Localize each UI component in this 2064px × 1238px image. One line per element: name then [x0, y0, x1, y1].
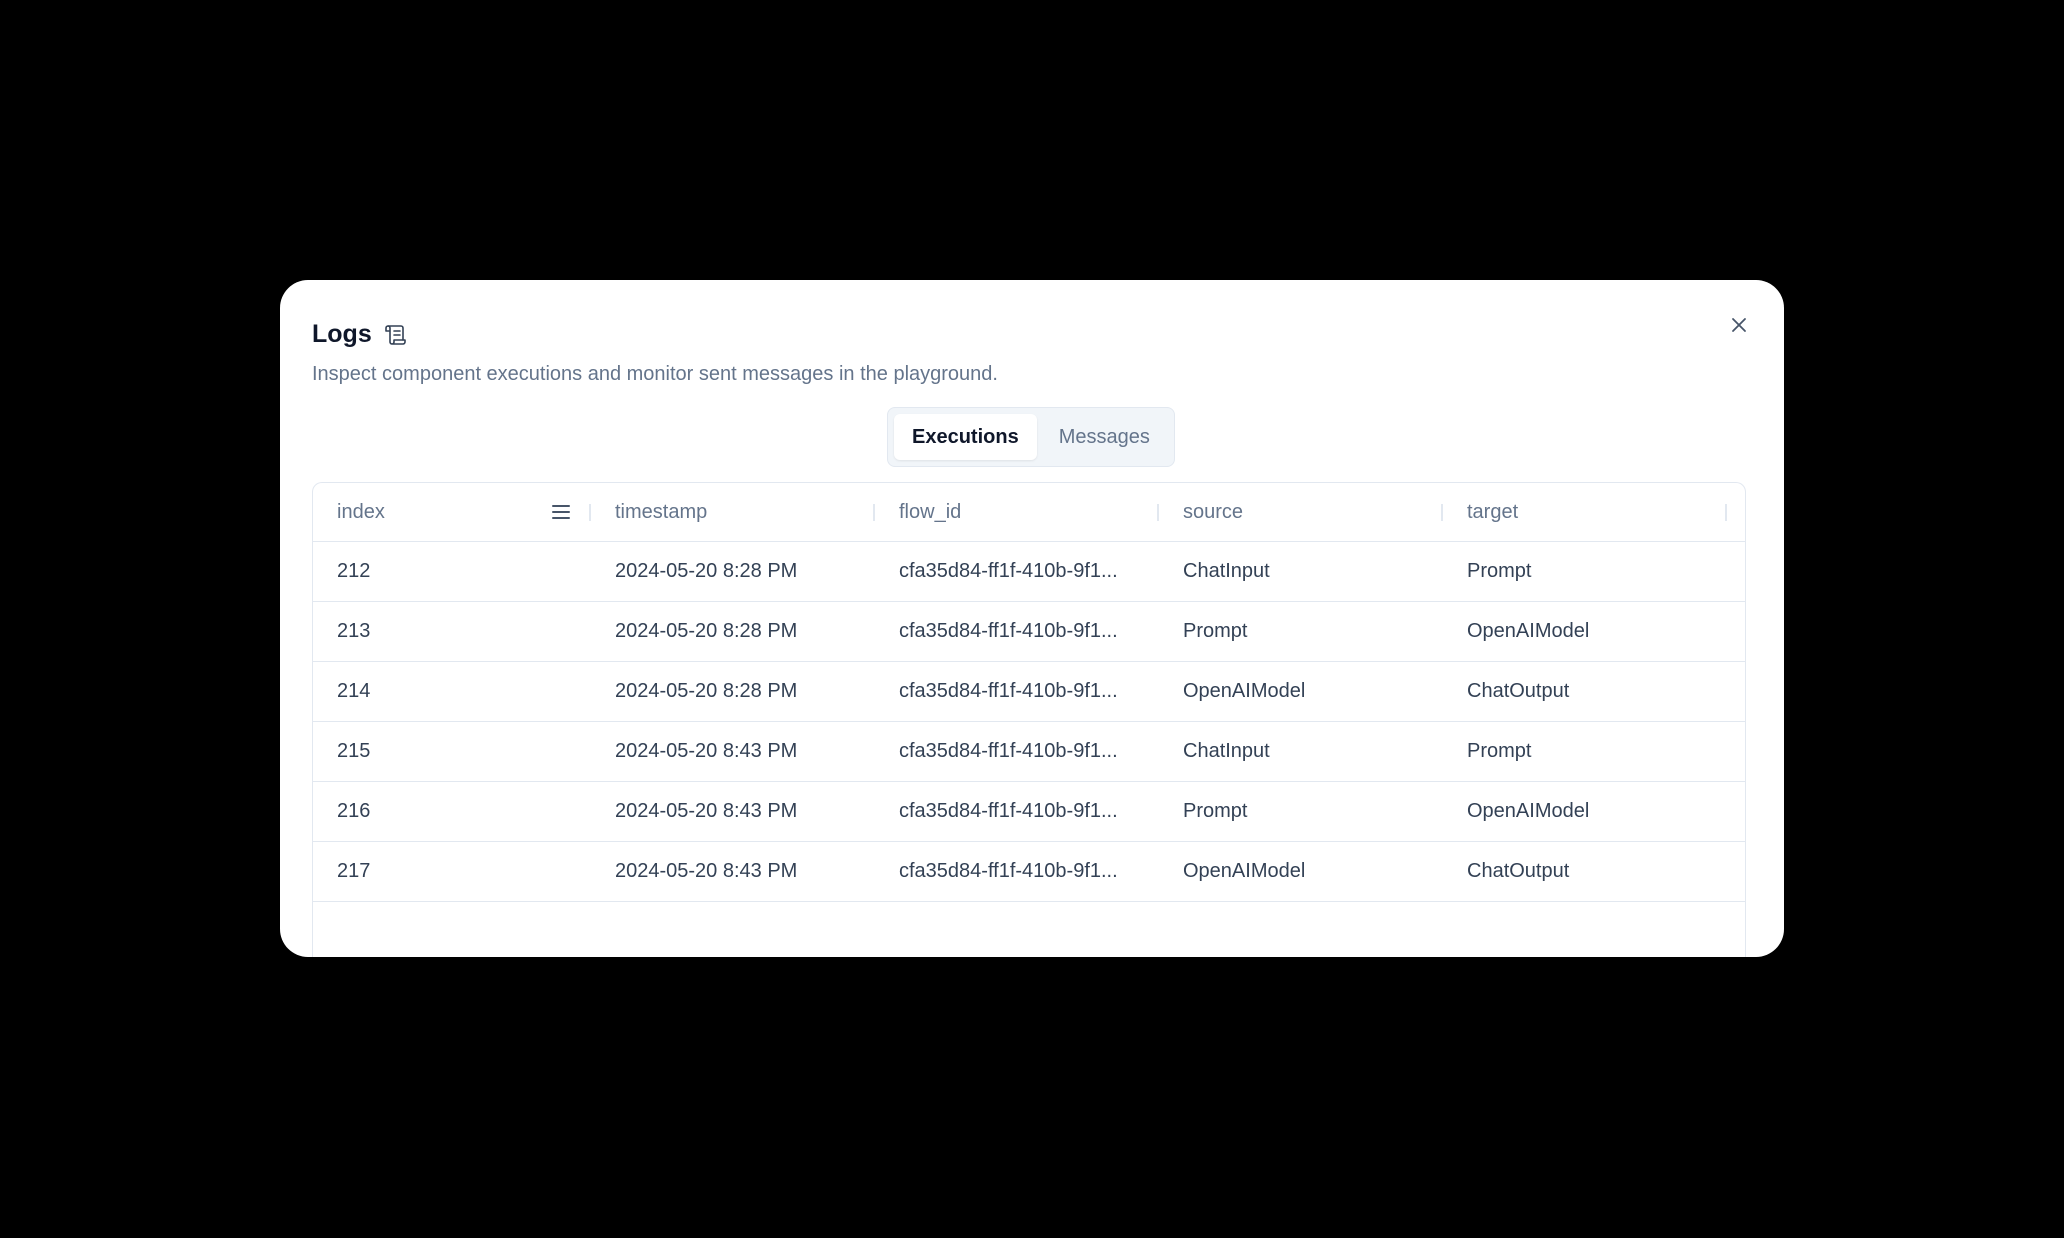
table-row[interactable]: 214 2024-05-20 8:28 PM cfa35d84-ff1f-410… [313, 662, 1745, 722]
cell-source: OpenAIModel [1183, 860, 1306, 882]
cell-flow-id: cfa35d84-ff1f-410b-9f1... [899, 860, 1118, 882]
table-row[interactable]: 215 2024-05-20 8:43 PM cfa35d84-ff1f-410… [313, 722, 1745, 782]
cell-target: OpenAIModel [1467, 620, 1590, 642]
column-header-flow-id[interactable]: flow_id [875, 483, 1159, 541]
cell-index: 216 [337, 800, 371, 822]
cell-target: ChatOutput [1467, 860, 1570, 882]
cell-index: 217 [337, 860, 371, 882]
cell-timestamp: 2024-05-20 8:43 PM [615, 860, 798, 882]
cell-target: Prompt [1467, 560, 1532, 582]
cell-timestamp: 2024-05-20 8:43 PM [615, 800, 798, 822]
cell-target: ChatOutput [1467, 680, 1570, 702]
cell-source: ChatInput [1183, 740, 1270, 762]
table-row[interactable]: 213 2024-05-20 8:28 PM cfa35d84-ff1f-410… [313, 602, 1745, 662]
table-row[interactable]: 217 2024-05-20 8:43 PM cfa35d84-ff1f-410… [313, 842, 1745, 902]
cell-flow-id: cfa35d84-ff1f-410b-9f1... [899, 560, 1118, 582]
column-header-timestamp[interactable]: timestamp [591, 483, 875, 541]
table-row[interactable]: 216 2024-05-20 8:43 PM cfa35d84-ff1f-410… [313, 782, 1745, 842]
cell-timestamp: 2024-05-20 8:43 PM [615, 740, 798, 762]
cell-index: 215 [337, 740, 371, 762]
close-icon [1732, 318, 1746, 332]
column-header-source[interactable]: source [1159, 483, 1443, 541]
cell-timestamp: 2024-05-20 8:28 PM [615, 560, 798, 582]
tab-executions[interactable]: Executions [894, 414, 1037, 460]
table-header: index timestamp flow_id source target [313, 483, 1745, 542]
dialog-title: Logs [312, 320, 372, 348]
executions-table: index timestamp flow_id source target 21… [312, 482, 1746, 957]
column-resize-handle[interactable] [1725, 504, 1727, 521]
cell-timestamp: 2024-05-20 8:28 PM [615, 680, 798, 702]
cell-flow-id: cfa35d84-ff1f-410b-9f1... [899, 680, 1118, 702]
cell-target: Prompt [1467, 740, 1532, 762]
cell-index: 213 [337, 620, 371, 642]
column-header-target[interactable]: target [1443, 483, 1727, 541]
tab-messages[interactable]: Messages [1041, 414, 1168, 460]
cell-source: Prompt [1183, 800, 1248, 822]
column-menu-icon[interactable] [551, 502, 571, 522]
cell-source: OpenAIModel [1183, 680, 1306, 702]
cell-flow-id: cfa35d84-ff1f-410b-9f1... [899, 800, 1118, 822]
cell-flow-id: cfa35d84-ff1f-410b-9f1... [899, 620, 1118, 642]
logs-dialog: Logs Inspect component executions and mo… [280, 280, 1784, 957]
cell-flow-id: cfa35d84-ff1f-410b-9f1... [899, 740, 1118, 762]
cell-timestamp: 2024-05-20 8:28 PM [615, 620, 798, 642]
cell-index: 212 [337, 560, 371, 582]
dialog-subtitle: Inspect component executions and monitor… [312, 363, 998, 385]
cell-index: 214 [337, 680, 371, 702]
cell-target: OpenAIModel [1467, 800, 1590, 822]
tab-list: Executions Messages [887, 407, 1175, 467]
cell-source: ChatInput [1183, 560, 1270, 582]
dialog-header: Logs Inspect component executions and mo… [312, 320, 998, 386]
close-button[interactable] [1724, 310, 1754, 340]
cell-source: Prompt [1183, 620, 1248, 642]
scroll-icon [384, 324, 406, 345]
column-header-index[interactable]: index [313, 483, 591, 541]
table-row[interactable]: 212 2024-05-20 8:28 PM cfa35d84-ff1f-410… [313, 542, 1745, 602]
